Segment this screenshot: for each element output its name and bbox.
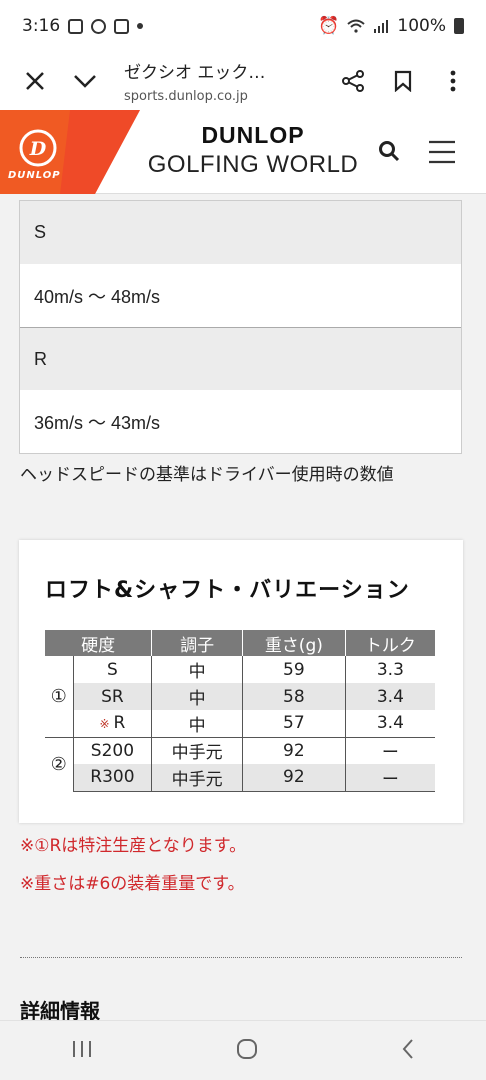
- variation-card: ロフト&シャフト・バリエーション 硬度 調子 重さ(g) トルク ① S 中 5…: [19, 540, 463, 823]
- recent-apps-button[interactable]: [71, 1039, 93, 1063]
- cell-torque: 3.4: [345, 683, 435, 710]
- wifi-icon: [347, 19, 366, 33]
- hamburger-menu-icon: [429, 140, 455, 164]
- page-title: ゼクシオ エック…: [124, 63, 266, 83]
- cell-flex: SR: [73, 683, 153, 710]
- battery-percent: 100%: [397, 16, 446, 36]
- more-vert-icon: [450, 70, 456, 92]
- headspeed-table: S 40m/s 〜 48m/s R 36m/s 〜 43m/s: [19, 200, 462, 454]
- cell-torque: ー: [345, 764, 435, 792]
- group-mark: ②: [45, 736, 74, 791]
- page-title-area[interactable]: ゼクシオ エック… sports.dunlop.co.jp: [110, 58, 328, 104]
- details-heading: 詳細情報: [20, 999, 100, 1020]
- cell-kick: 中手元: [151, 764, 243, 792]
- cell-weight: 58: [242, 683, 346, 710]
- headspeed-note: ヘッドスピードの基準はドライバー使用時の数値: [20, 465, 394, 485]
- share-button[interactable]: [328, 56, 378, 106]
- close-tab-button[interactable]: [10, 56, 60, 106]
- headspeed-range-0: 40m/s 〜 48m/s: [34, 286, 161, 307]
- cell-kick: 中手元: [151, 736, 243, 764]
- divider: [20, 957, 462, 958]
- site-menu-button[interactable]: [428, 140, 456, 168]
- cell-flex: R300: [73, 764, 153, 792]
- close-icon: [26, 72, 44, 90]
- cell-flex: S200: [73, 736, 153, 764]
- weight-note: ※重さは#6の装着重量です。: [20, 874, 245, 894]
- alarm-icon: ⏰: [318, 16, 340, 36]
- group-mark: ①: [45, 656, 74, 737]
- minimize-tab-button[interactable]: [60, 56, 110, 106]
- chevron-down-icon: [74, 75, 96, 88]
- notification-dot-icon: [137, 23, 144, 29]
- system-nav-bar: [0, 1020, 486, 1080]
- bookmark-icon: [394, 70, 412, 92]
- headspeed-flex-0: S: [20, 201, 461, 264]
- brand-line1: DUNLOP: [201, 122, 305, 148]
- cell-torque: ー: [345, 736, 435, 764]
- site-search-button[interactable]: [378, 140, 400, 166]
- cell-kick: 中: [151, 656, 243, 683]
- page-content: S 40m/s 〜 48m/s R 36m/s 〜 43m/s ヘッドスピードの…: [0, 195, 486, 1020]
- special-order-note: ※①Rは特注生産となります。: [20, 836, 247, 856]
- recent-apps-icon: [73, 1040, 92, 1057]
- calendar-icon: [114, 18, 130, 34]
- cell-flex-value: R: [113, 713, 126, 734]
- signal-icon: [374, 20, 389, 33]
- col-header: 調子: [151, 630, 243, 656]
- browser-toolbar: ゼクシオ エック… sports.dunlop.co.jp: [0, 52, 486, 110]
- col-header: 硬度: [45, 630, 153, 656]
- cell-flex: S: [73, 656, 153, 683]
- page-url: sports.dunlop.co.jp: [124, 89, 248, 104]
- more-options-button[interactable]: [428, 56, 478, 106]
- battery-icon: [454, 18, 464, 34]
- variation-title: ロフト&シャフト・バリエーション: [45, 578, 410, 603]
- logo-text: DUNLOP: [8, 170, 61, 181]
- back-button[interactable]: [401, 1038, 415, 1064]
- headspeed-flex-1: R: [20, 327, 461, 390]
- gallery-icon: [68, 18, 84, 34]
- svg-text:D: D: [29, 138, 47, 160]
- home-icon: [236, 1038, 257, 1059]
- status-bar: 3:16 ⏰ 100%: [0, 0, 486, 52]
- brand-line2: GOLFING WORLD: [147, 151, 359, 178]
- search-icon: [379, 141, 400, 162]
- variation-table: 硬度 調子 重さ(g) トルク ① S 中 59 3.3 SR 中 58 3.4…: [45, 630, 435, 792]
- site-header: D DUNLOP DUNLOP GOLFING WORLD: [0, 110, 486, 194]
- bookmark-button[interactable]: [378, 56, 428, 106]
- globe-icon: [91, 18, 107, 34]
- cell-weight: 92: [242, 764, 346, 792]
- dunlop-logo[interactable]: D DUNLOP: [0, 110, 140, 194]
- status-time: 3:16: [22, 16, 61, 36]
- col-header: 重さ(g): [242, 630, 346, 656]
- share-icon: [342, 70, 364, 92]
- cell-torque: 3.3: [376, 659, 404, 680]
- home-button[interactable]: [236, 1038, 258, 1064]
- cell-weight: 92: [242, 736, 346, 764]
- cell-weight: 57: [242, 710, 346, 737]
- col-header: トルク: [345, 630, 435, 656]
- headspeed-range-1: 36m/s 〜 43m/s: [34, 412, 161, 433]
- cell-weight: 59: [242, 656, 346, 683]
- cell-torque: 3.4: [376, 713, 404, 734]
- cell-kick: 中: [151, 683, 243, 710]
- back-icon: [402, 1038, 413, 1059]
- special-order-mark: ※: [99, 717, 110, 732]
- cell-flex: ※ R: [73, 710, 153, 737]
- brand-name: DUNLOP GOLFING WORLD: [140, 122, 366, 179]
- cell-kick: 中: [151, 710, 243, 737]
